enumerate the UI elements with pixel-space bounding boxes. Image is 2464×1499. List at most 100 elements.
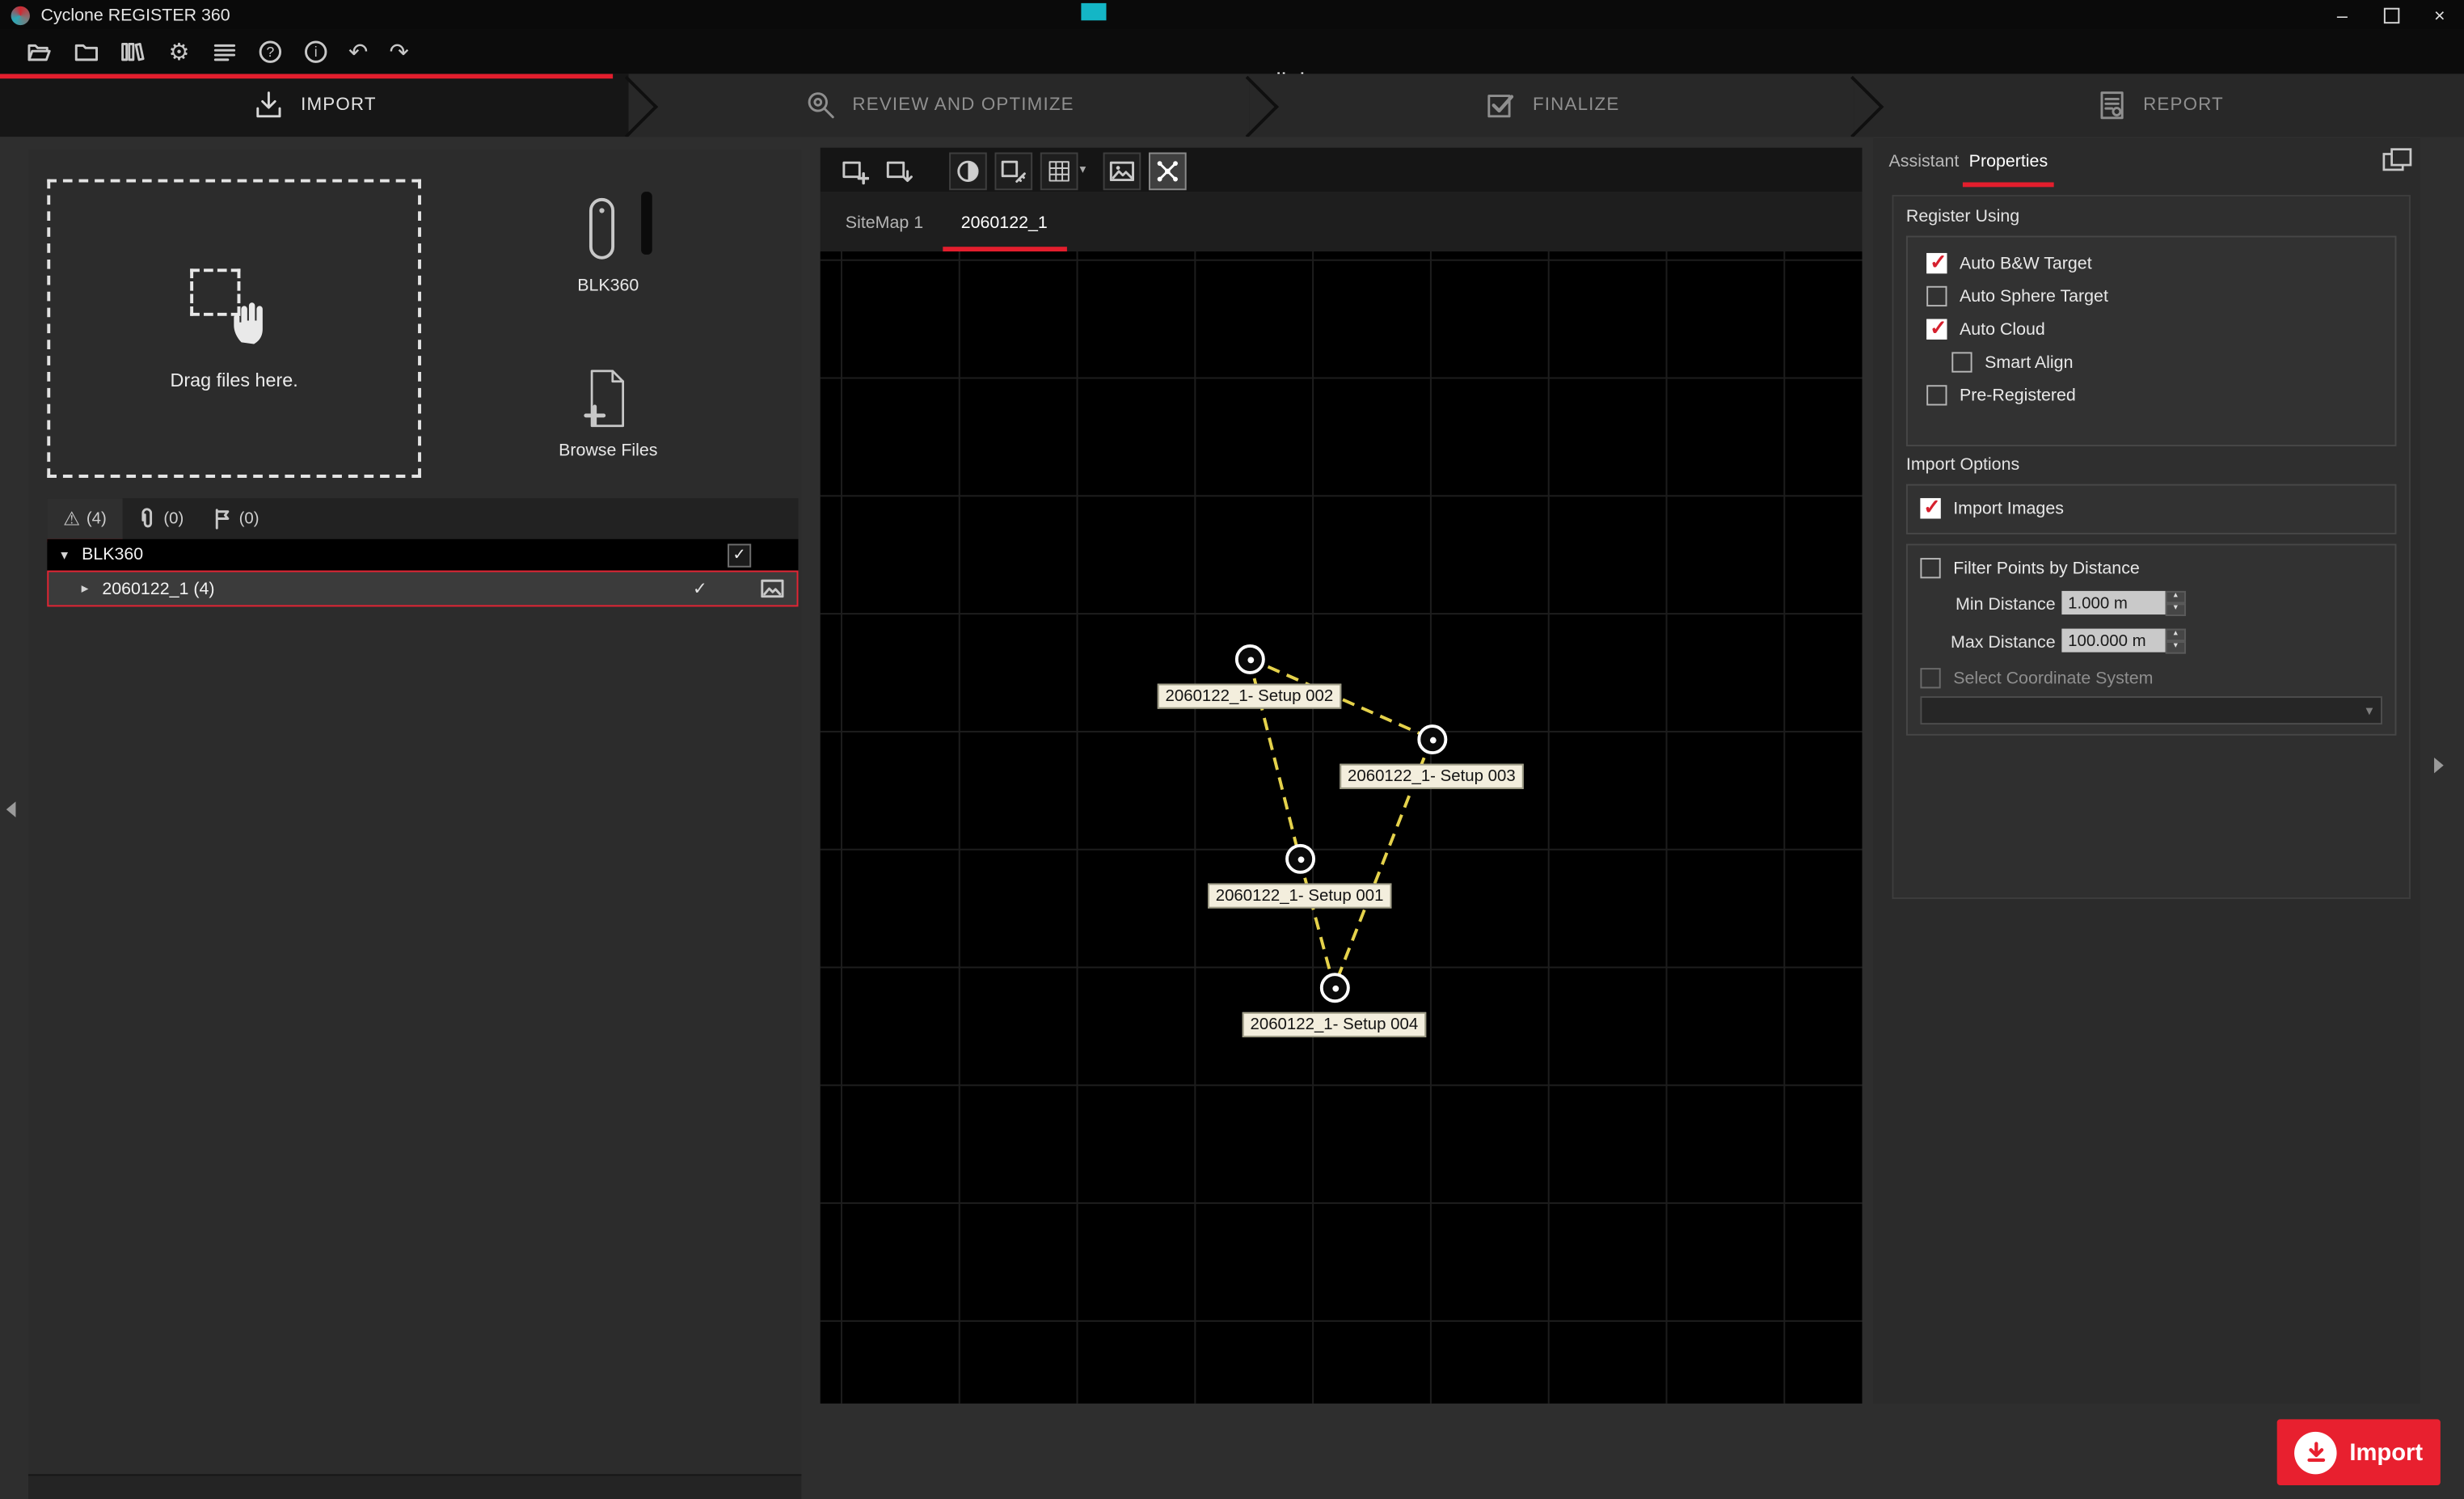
tree-root-checkbox[interactable]: ✓ (728, 543, 751, 567)
stepper-down-icon[interactable]: ▾ (2166, 603, 2186, 616)
register-using-title: Register Using (1906, 208, 2019, 226)
setup-label[interactable]: 2060122_1- Setup 004 (1243, 1012, 1426, 1037)
setup-point[interactable] (1235, 644, 1265, 674)
tree-child-row-selected[interactable]: ▸ 2060122_1 (4) ✓ (47, 571, 798, 607)
stage-review-and-optimize[interactable]: REVIEW AND OPTIMIZE (629, 74, 1250, 137)
import-images-row[interactable]: Import Images (1908, 492, 2395, 525)
library-icon[interactable] (118, 38, 146, 66)
tab-warnings[interactable]: ⚠ (4) (47, 498, 122, 542)
panels-layout-icon[interactable] (2382, 148, 2412, 171)
workflow-ribbon: IMPORT REVIEW AND OPTIMIZE FINALIZE REPO… (0, 74, 2464, 137)
import-sitemap-icon[interactable] (880, 153, 918, 191)
warning-triangle-icon: ⚠ (63, 509, 80, 528)
filter-points-row[interactable]: Filter Points by Distance (1908, 551, 2395, 585)
sitemap-scale-icon[interactable] (994, 153, 1032, 191)
undo-icon[interactable]: ↶ (344, 38, 373, 66)
svg-text:i: i (314, 44, 318, 60)
browse-files-label[interactable]: Browse Files (530, 441, 686, 460)
close-button[interactable]: × (2415, 0, 2464, 30)
application-window: Cyclone REGISTER 360 – × ⚙ ? i ↶ ↷ links (0, 0, 2464, 1499)
grid-icon[interactable] (1040, 153, 1078, 191)
svg-text:?: ? (266, 44, 274, 60)
import-images-label: Import Images (1953, 499, 2064, 517)
tree-child-check-icon[interactable]: ✓ (693, 578, 707, 598)
register-option-checkbox[interactable] (1926, 286, 1947, 306)
list-icon[interactable] (210, 38, 238, 66)
coordinate-system-checkbox[interactable] (1920, 668, 1940, 688)
tree-root-row[interactable]: ▾ BLK360 ✓ (47, 539, 798, 571)
settings-gear-icon[interactable]: ⚙ (165, 38, 193, 66)
coordinate-system-label: Select Coordinate System (1953, 669, 2153, 687)
register-option-checkbox[interactable] (1926, 385, 1947, 405)
grid-dropdown-arrow[interactable]: ▾ (1079, 162, 1086, 175)
minimize-button[interactable]: – (2318, 0, 2366, 30)
menubar: ⚙ ? i ↶ ↷ links (0, 30, 2464, 74)
help-icon[interactable]: ? (256, 38, 285, 66)
auto-link-icon[interactable] (1149, 153, 1187, 191)
tab-properties[interactable]: Properties (1963, 141, 2054, 187)
stepper-up-icon[interactable]: ▴ (2166, 629, 2186, 642)
sitemap-canvas[interactable]: 2060122_1- Setup 002 2060122_1- Setup 003… (821, 251, 1863, 1404)
register-option-row[interactable]: Auto B&W Target (1908, 247, 2395, 280)
stage-finalize[interactable]: FINALIZE (1249, 74, 1854, 137)
register-option-checkbox[interactable] (1926, 319, 1947, 340)
setup-point-dot (1429, 737, 1436, 743)
max-distance-field[interactable]: 100.000 m (2061, 629, 2165, 652)
redo-icon[interactable]: ↷ (385, 38, 413, 66)
tab-attachments[interactable]: (0) (123, 498, 198, 539)
register-option-row[interactable]: Auto Sphere Target (1908, 280, 2395, 313)
import-images-checkbox[interactable] (1920, 498, 1940, 518)
register-option-label: Auto Cloud (1960, 320, 2045, 339)
image-icon[interactable] (1103, 153, 1141, 191)
register-option-row[interactable]: Smart Align (1908, 346, 2395, 379)
min-distance-stepper[interactable]: ▴ ▾ (2166, 591, 2186, 616)
device-list-scrollbar[interactable] (641, 192, 652, 255)
setup-label[interactable]: 2060122_1- Setup 003 (1340, 764, 1523, 789)
setup-label[interactable]: 2060122_1- Setup 001 (1208, 883, 1391, 908)
coordinate-system-row[interactable]: Select Coordinate System (1908, 661, 2154, 695)
blk360-device-icon[interactable] (583, 196, 621, 263)
drag-files-dropzone[interactable]: Drag files here. (47, 179, 421, 478)
right-panel-collapse-arrow[interactable] (2434, 758, 2444, 773)
register-option-checkbox[interactable] (1926, 253, 1947, 273)
open-folder-icon[interactable] (25, 38, 53, 66)
paperclip-icon (137, 508, 157, 530)
stage-report[interactable]: REPORT (1854, 74, 2464, 137)
tree-expand-icon[interactable]: ▸ (77, 580, 92, 597)
register-option-row[interactable]: Auto Cloud (1908, 313, 2395, 346)
app-title: Cyclone REGISTER 360 (41, 6, 230, 24)
left-panel-collapse-arrow[interactable] (6, 801, 16, 817)
tab-2060122-1[interactable]: 2060122_1 (942, 200, 1066, 251)
browse-files-icon[interactable] (581, 366, 635, 433)
import-options-title: Import Options (1906, 456, 2019, 475)
adjust-levels-icon[interactable] (949, 153, 987, 191)
coordinate-system-dropdown[interactable]: ▾ (1920, 696, 2382, 724)
min-distance-field[interactable]: 1.000 m (2061, 591, 2165, 614)
folder-icon[interactable] (72, 38, 100, 66)
tab-sitemap-1[interactable]: SiteMap 1 (826, 200, 942, 251)
filter-points-label: Filter Points by Distance (1953, 559, 2140, 577)
setup-point[interactable] (1417, 724, 1447, 754)
info-icon[interactable]: i (302, 38, 330, 66)
import-panel-footer (28, 1474, 801, 1499)
maximize-button[interactable] (2366, 0, 2415, 30)
register-option-row[interactable]: Pre-Registered (1908, 378, 2395, 412)
tab-flags[interactable]: (0) (198, 498, 273, 539)
add-sitemap-icon[interactable] (836, 153, 874, 191)
setup-label[interactable]: 2060122_1- Setup 002 (1158, 684, 1341, 709)
setup-point[interactable] (1285, 844, 1315, 874)
stage-import[interactable]: IMPORT (0, 74, 629, 137)
stepper-up-icon[interactable]: ▴ (2166, 591, 2186, 604)
import-button[interactable]: Import (2277, 1419, 2441, 1485)
max-distance-stepper[interactable]: ▴ ▾ (2166, 629, 2186, 654)
tree-collapse-icon[interactable]: ▾ (57, 546, 72, 563)
tab-assistant[interactable]: Assistant (1883, 141, 1965, 187)
teal-indicator (1081, 3, 1106, 20)
photo-icon[interactable] (761, 578, 784, 598)
import-images-box: Import Images (1906, 484, 2396, 534)
filter-points-checkbox[interactable] (1920, 558, 1940, 578)
stepper-down-icon[interactable]: ▾ (2166, 641, 2186, 654)
setup-point[interactable] (1320, 973, 1350, 1003)
min-distance-label: Min Distance (1926, 596, 2055, 614)
register-option-checkbox[interactable] (1951, 352, 1972, 372)
